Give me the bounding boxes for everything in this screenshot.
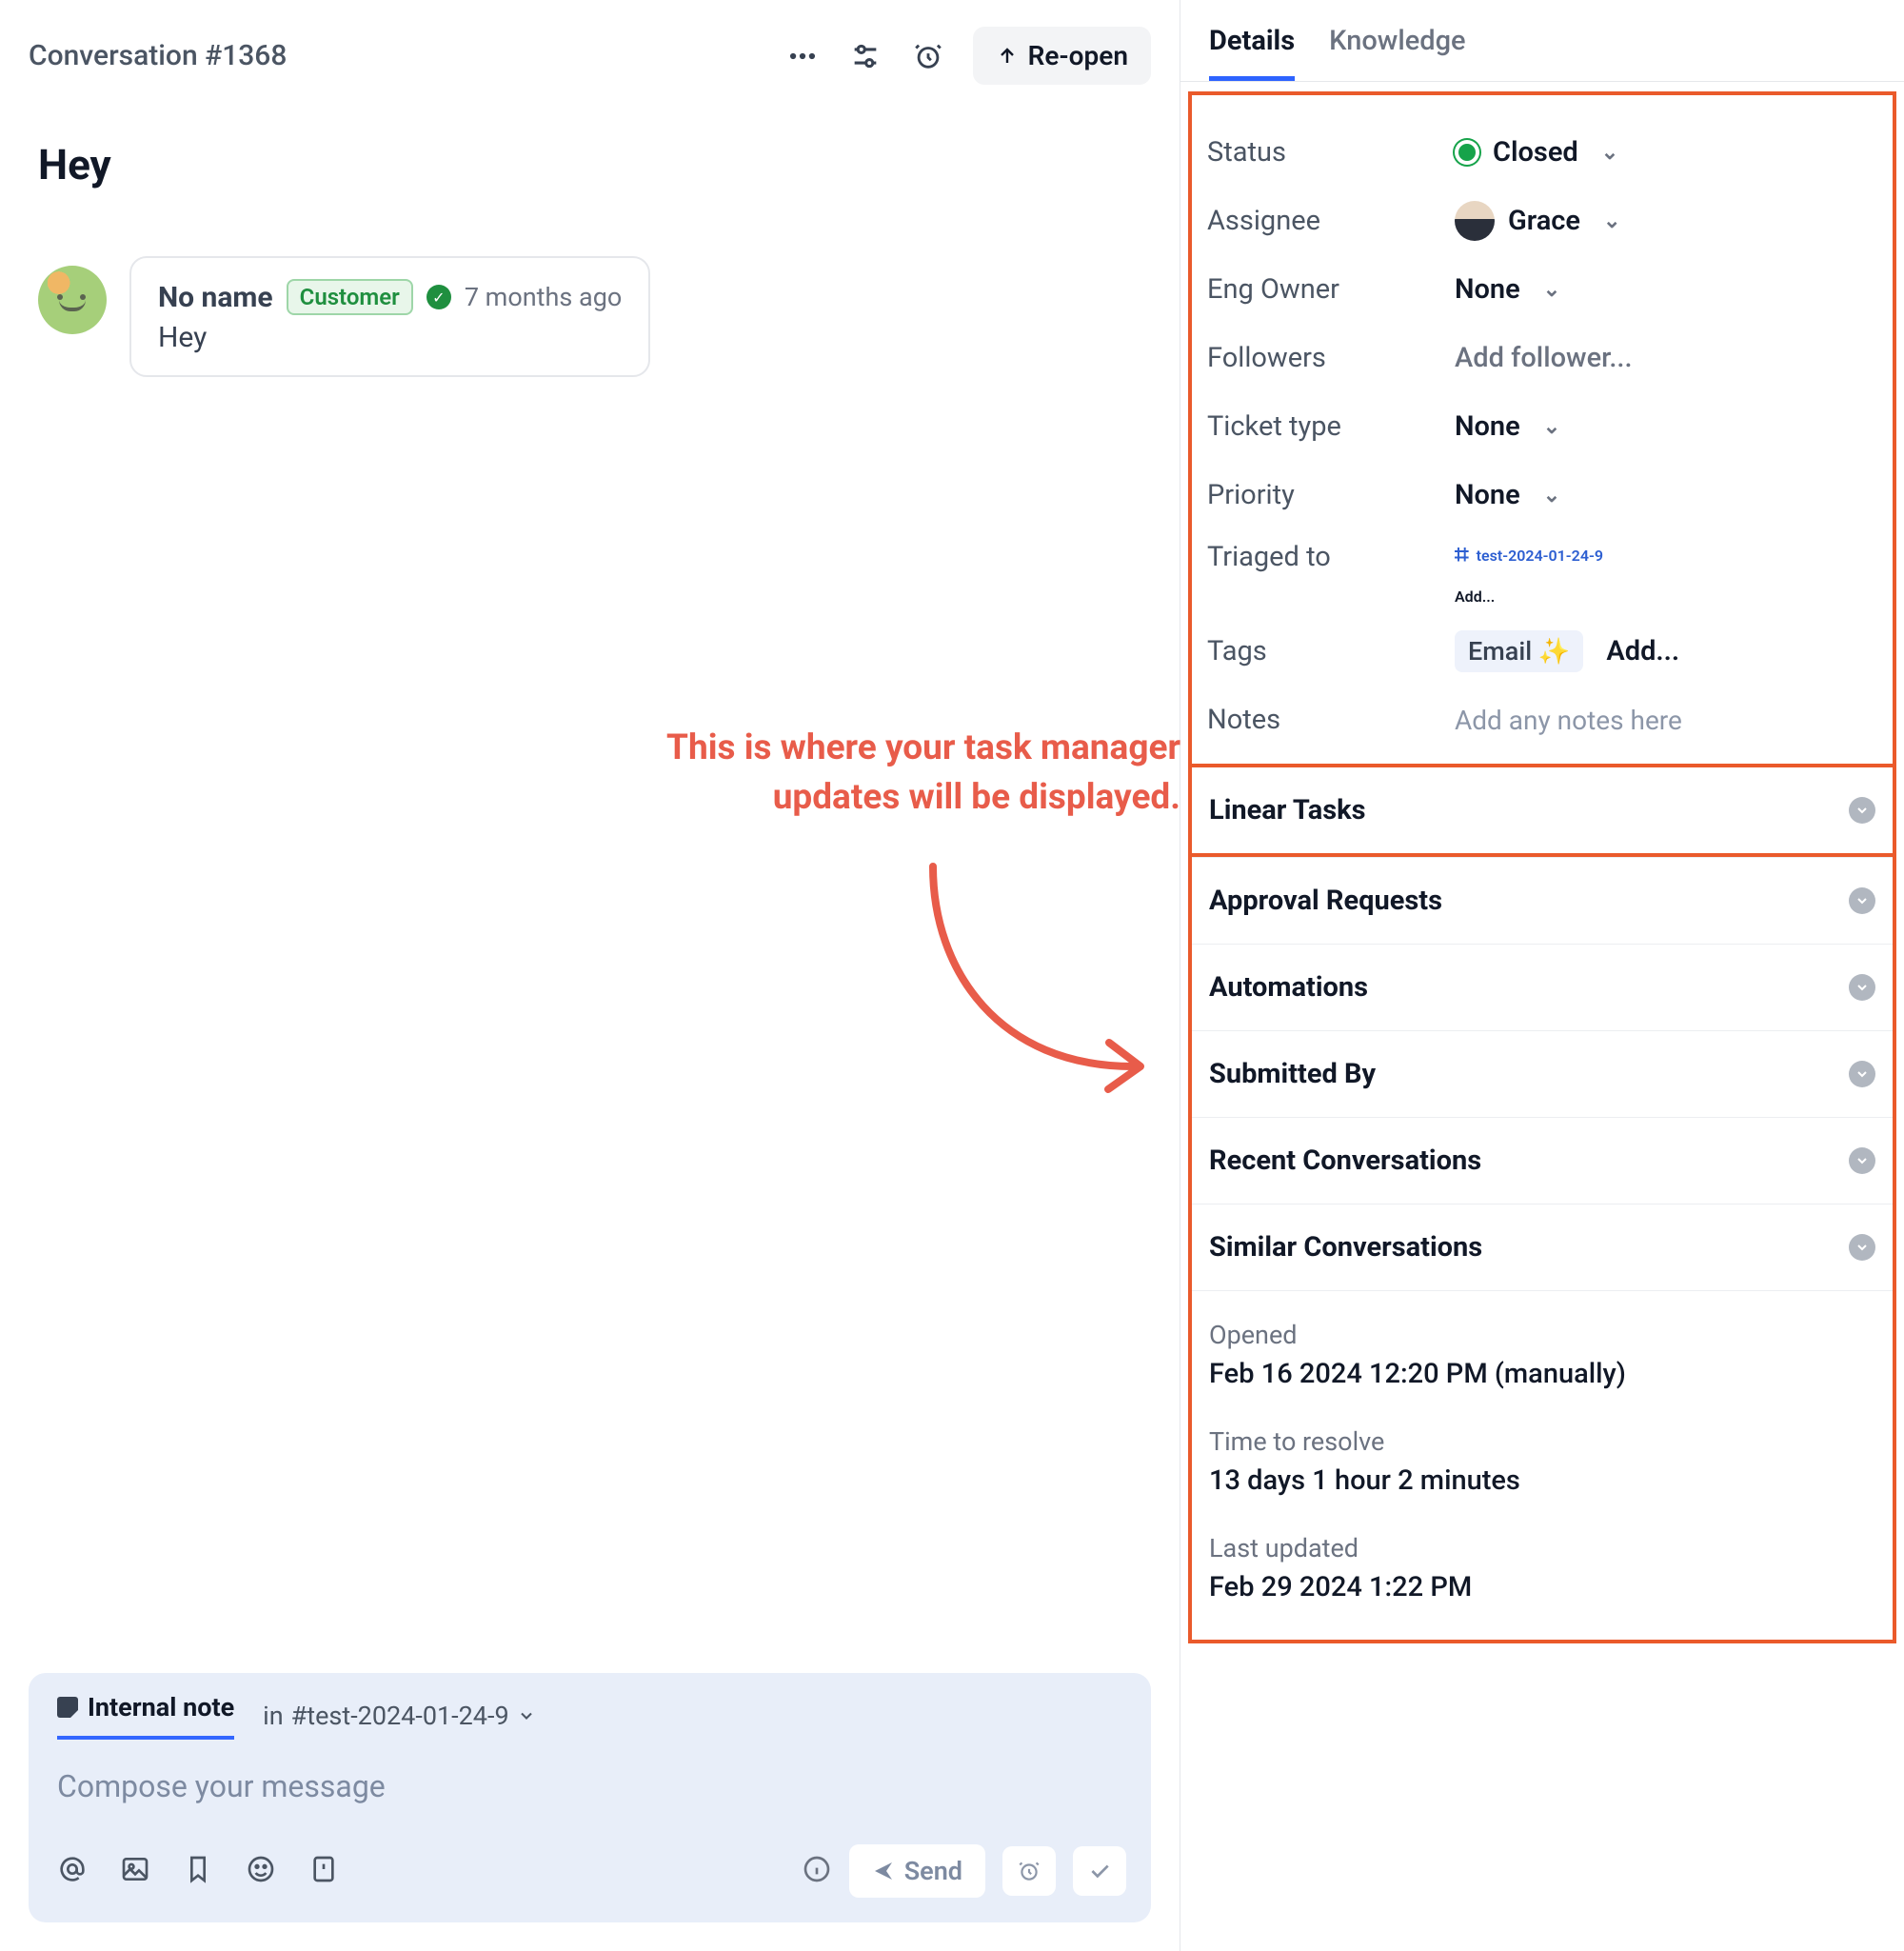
emoji-icon[interactable] [246,1854,276,1888]
chevron-down-icon [1849,1234,1875,1261]
tab-knowledge[interactable]: Knowledge [1329,25,1465,81]
section-approval-requests[interactable]: Approval Requests [1192,857,1893,945]
chevron-down-icon: ⌄ [1601,141,1618,165]
tags-add-button[interactable]: Add... [1606,635,1679,667]
eng-owner-row[interactable]: Eng Owner None⌄ [1207,255,1877,324]
chevron-down-icon: ⌄ [1603,209,1620,233]
conversation-pane: Conversation #1368 Re-open Hey [0,0,1180,1951]
section-recent-conversations[interactable]: Recent Conversations [1192,1118,1893,1204]
sliders-icon[interactable] [847,38,883,74]
details-sidebar: Details Knowledge Status Closed ⌄ Assign… [1180,0,1904,1951]
triaged-row: Triaged to ⌗ test-2024-01-24-9 Add... [1207,529,1877,617]
verified-icon: ✓ [426,285,451,309]
opened-label: Opened [1209,1320,1875,1350]
notes-placeholder: Add any notes here [1455,705,1682,736]
sender-name: No name [158,281,273,314]
resolve-value: 13 days 1 hour 2 minutes [1209,1464,1875,1497]
message-row: No name Customer ✓ 7 months ago Hey [38,256,1151,377]
priority-row[interactable]: Priority None⌄ [1207,461,1877,529]
compose-box: Internal note in #test-2024-01-24-9 Comp… [29,1673,1151,1922]
tab-details[interactable]: Details [1209,25,1295,81]
conversation-title: Conversation #1368 [29,39,784,72]
snooze-icon[interactable] [910,38,946,74]
chevron-down-icon [517,1706,536,1725]
linear-tasks-highlight: Linear Tasks [1188,764,1896,857]
chevron-down-icon [1849,1061,1875,1087]
more-icon[interactable] [784,38,821,74]
followers-row[interactable]: Followers Add follower... [1207,324,1877,392]
sidebar-tabs: Details Knowledge [1180,0,1904,82]
notes-row[interactable]: Notes Add any notes here [1207,686,1877,754]
section-linear-tasks[interactable]: Linear Tasks [1192,767,1893,853]
chevron-down-icon [1849,1147,1875,1174]
message-timestamp: 7 months ago [465,282,622,312]
send-snooze-button[interactable] [1002,1846,1056,1896]
reopen-label: Re-open [1028,40,1128,71]
status-row[interactable]: Status Closed ⌄ [1207,118,1877,187]
bookmark-icon[interactable] [183,1854,213,1888]
reopen-button[interactable]: Re-open [973,27,1151,85]
note-icon [57,1697,78,1718]
triaged-link[interactable]: ⌗ test-2024-01-24-9 [1455,541,1603,570]
template-icon[interactable] [308,1854,339,1888]
assignee-avatar [1455,201,1495,241]
send-button[interactable]: Send [849,1844,985,1898]
annotation-text: This is where your task manager updates … [390,724,1180,823]
chevron-down-icon: ⌄ [1543,484,1560,508]
updated-label: Last updated [1209,1533,1875,1563]
meta-section: Opened Feb 16 2024 12:20 PM (manually) T… [1192,1291,1893,1603]
customer-badge: Customer [287,279,413,315]
details-highlight: Status Closed ⌄ Assignee Grace ⌄ [1188,91,1896,1643]
channel-selector[interactable]: in #test-2024-01-24-9 [263,1701,535,1731]
send-icon [872,1860,895,1882]
tags-row: Tags Email ✨ Add... [1207,617,1877,686]
customer-avatar [38,266,107,334]
internal-note-tab[interactable]: Internal note [57,1692,234,1740]
send-check-button[interactable] [1073,1846,1126,1896]
chevron-down-icon [1849,887,1875,914]
chevron-down-icon [1849,974,1875,1001]
opened-value: Feb 16 2024 12:20 PM (manually) [1209,1358,1875,1390]
tag-email[interactable]: Email ✨ [1455,630,1583,672]
chevron-down-icon [1849,797,1875,824]
updated-value: Feb 29 2024 1:22 PM [1209,1571,1875,1603]
triaged-add-button[interactable]: Add... [1455,587,1495,606]
conversation-header: Conversation #1368 Re-open [29,0,1151,102]
slack-icon: ⌗ [1455,541,1469,570]
status-closed-icon [1455,140,1479,165]
conversation-subject: Hey [38,140,1151,189]
section-similar-conversations[interactable]: Similar Conversations [1192,1204,1893,1291]
ticket-type-row[interactable]: Ticket type None⌄ [1207,392,1877,461]
chevron-down-icon: ⌄ [1543,415,1560,439]
resolve-label: Time to resolve [1209,1426,1875,1457]
message-body: Hey [158,321,622,354]
section-automations[interactable]: Automations [1192,945,1893,1031]
assignee-row[interactable]: Assignee Grace ⌄ [1207,187,1877,255]
compose-input[interactable]: Compose your message [29,1740,1151,1833]
conversation-content: Hey No name Customer ✓ 7 months ago Hey [29,102,1151,396]
message-bubble: No name Customer ✓ 7 months ago Hey [129,256,650,377]
section-submitted-by[interactable]: Submitted By [1192,1031,1893,1118]
info-icon[interactable] [802,1854,832,1888]
compose-toolbar: Send [29,1833,1151,1922]
annotation-arrow-icon [914,857,1180,1105]
image-icon[interactable] [120,1854,150,1888]
chevron-down-icon: ⌄ [1543,278,1560,302]
mention-icon[interactable] [57,1854,88,1888]
